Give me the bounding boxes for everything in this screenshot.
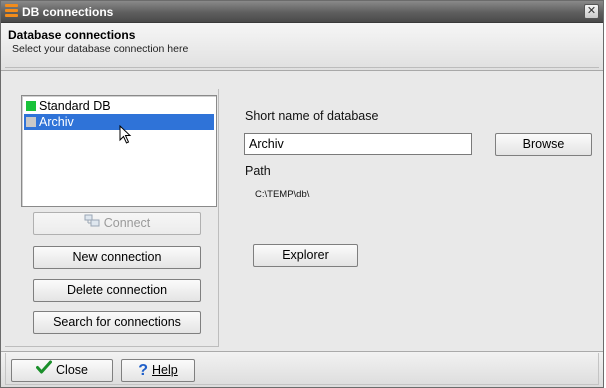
- close-button[interactable]: Close: [11, 359, 113, 382]
- app-menu-icon[interactable]: [5, 4, 18, 19]
- new-connection-button[interactable]: New connection: [33, 246, 201, 269]
- db-connections-window: DB connections ✕ Database connections Se…: [0, 0, 604, 388]
- close-label: Close: [56, 363, 88, 377]
- search-connections-button[interactable]: Search for connections: [33, 311, 201, 334]
- window-title: DB connections: [22, 5, 114, 19]
- connections-list[interactable]: Standard DB Archiv: [21, 95, 217, 207]
- list-item-standard-db[interactable]: Standard DB: [24, 98, 214, 114]
- help-button[interactable]: ? Help: [121, 359, 195, 382]
- short-name-input[interactable]: Archiv: [244, 133, 472, 155]
- list-item-label: Archiv: [39, 115, 74, 129]
- browse-button[interactable]: Browse: [495, 133, 592, 156]
- delete-connection-button[interactable]: Delete connection: [33, 279, 201, 302]
- status-dot-icon: [26, 101, 36, 111]
- help-label: Help: [152, 363, 178, 377]
- list-item-label: Standard DB: [39, 99, 111, 113]
- path-label: Path: [245, 164, 271, 178]
- status-dot-icon: [26, 117, 36, 127]
- connect-label: Connect: [103, 216, 151, 230]
- header-subtitle: Select your database connection here: [12, 43, 189, 55]
- connect-button[interactable]: Connect: [33, 212, 201, 235]
- explorer-button[interactable]: Explorer: [253, 244, 358, 267]
- help-icon: ?: [138, 361, 149, 379]
- header-title: Database connections: [8, 28, 136, 42]
- checkmark-icon: [36, 360, 53, 381]
- short-name-label: Short name of database: [245, 109, 379, 123]
- path-value: C:\TEMP\db\: [255, 189, 310, 200]
- title-bar[interactable]: DB connections ✕: [1, 1, 603, 23]
- connect-icon: [84, 213, 100, 234]
- header-divider: [5, 67, 599, 68]
- mouse-pointer-icon: [119, 125, 132, 144]
- window-close-button[interactable]: ✕: [584, 4, 599, 19]
